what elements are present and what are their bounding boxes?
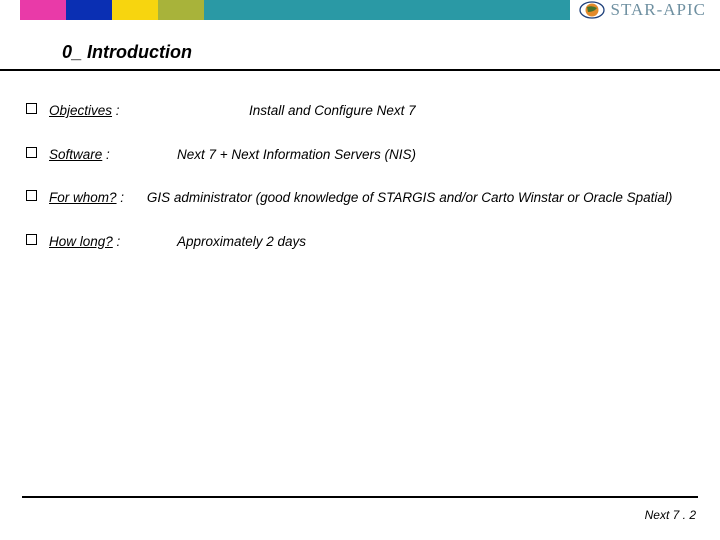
list-item: For whom? : GIS administrator (good know… — [26, 188, 694, 208]
item-label: How long? — [49, 234, 113, 249]
list-item: Software : Next 7 + Next Information Ser… — [26, 145, 694, 165]
item-label: For whom? — [49, 190, 117, 205]
item-colon: : — [117, 190, 125, 205]
square-bullet-icon — [26, 147, 37, 158]
list-item: Objectives : Install and Configure Next … — [26, 101, 694, 121]
item-value: Approximately 2 days — [177, 232, 306, 252]
item-value: GIS administrator (good knowledge of STA… — [147, 190, 673, 205]
item-value: Install and Configure Next 7 — [249, 101, 416, 121]
item-value: Next 7 + Next Information Servers (NIS) — [177, 145, 416, 165]
stripe-yellow — [112, 0, 158, 20]
page-title: 0_ Introduction — [62, 42, 720, 63]
stripe-blue — [66, 0, 112, 20]
square-bullet-icon — [26, 234, 37, 245]
footer-page-ref: Next 7 . 2 — [645, 508, 696, 522]
item-label: Objectives — [49, 103, 112, 118]
header-stripe-bar: STAR-APIC — [0, 0, 720, 20]
item-label: Software — [49, 147, 102, 162]
globe-eye-icon — [579, 0, 605, 21]
content: Objectives : Install and Configure Next … — [0, 71, 720, 251]
brand-text: STAR-APIC — [611, 0, 707, 20]
item-colon: : — [102, 147, 110, 162]
brand: STAR-APIC — [579, 0, 707, 21]
stripe-white — [0, 0, 20, 20]
stripe-olive — [158, 0, 204, 20]
item-colon: : — [112, 103, 120, 118]
stripe-pink — [20, 0, 66, 20]
item-colon: : — [113, 234, 121, 249]
square-bullet-icon — [26, 190, 37, 201]
square-bullet-icon — [26, 103, 37, 114]
list-item: How long? : Approximately 2 days — [26, 232, 694, 252]
stripe-teal — [204, 0, 570, 20]
bottom-rule — [22, 496, 698, 498]
